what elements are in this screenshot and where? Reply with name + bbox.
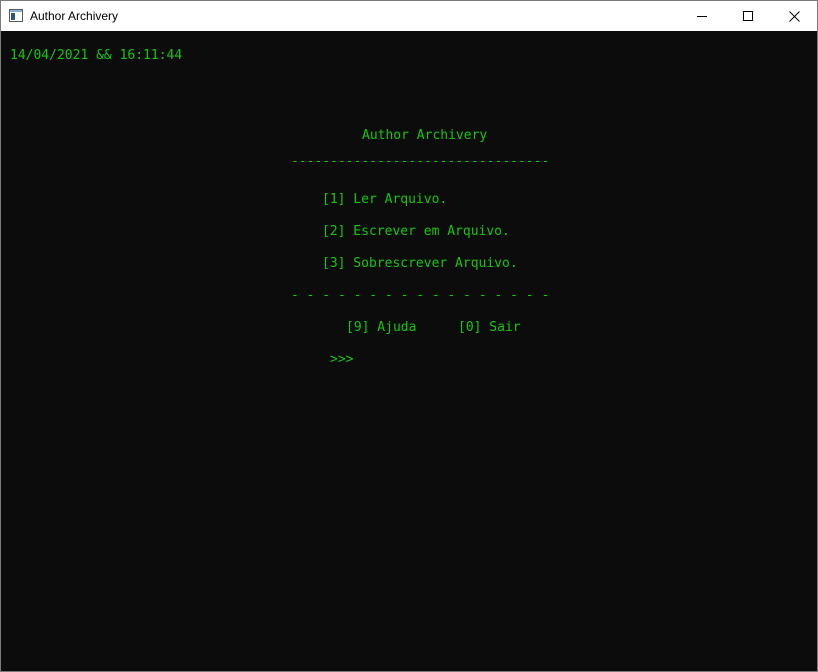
console-app-icon [9, 9, 23, 22]
input-prompt[interactable]: >>> [330, 352, 353, 368]
menu-title: Author Archivery [362, 128, 488, 143]
window-title: Author Archivery [30, 9, 119, 23]
close-button[interactable] [771, 1, 817, 31]
title-bar[interactable]: Author Archivery [1, 1, 817, 31]
menu-option-write-file: [2] Escrever em Arquivo. [322, 224, 510, 239]
menu-option-exit: [0] Sair [458, 320, 521, 335]
console-output[interactable]: 14/04/2021 && 16:11:44 Author Archivery … [1, 31, 817, 671]
menu-option-help: [9] Ajuda [346, 320, 417, 335]
menu-option-overwrite-file: [3] Sobrescrever Arquivo. [322, 256, 518, 271]
menu-option-read-file: [1] Ler Arquivo. [322, 192, 448, 207]
minimize-icon [697, 16, 707, 17]
console-window: Author Archivery 14/04/2021 && 16:11:44 … [0, 0, 818, 672]
datetime-text: 14/04/2021 && 16:11:44 [10, 48, 183, 63]
minimize-button[interactable] [679, 1, 725, 31]
dashed-divider: - - - - - - - - - - - - - - - - - [291, 288, 550, 303]
maximize-button[interactable] [725, 1, 771, 31]
solid-divider: --------------------------------- [291, 154, 550, 169]
close-icon [788, 10, 800, 22]
maximize-icon [743, 11, 753, 21]
